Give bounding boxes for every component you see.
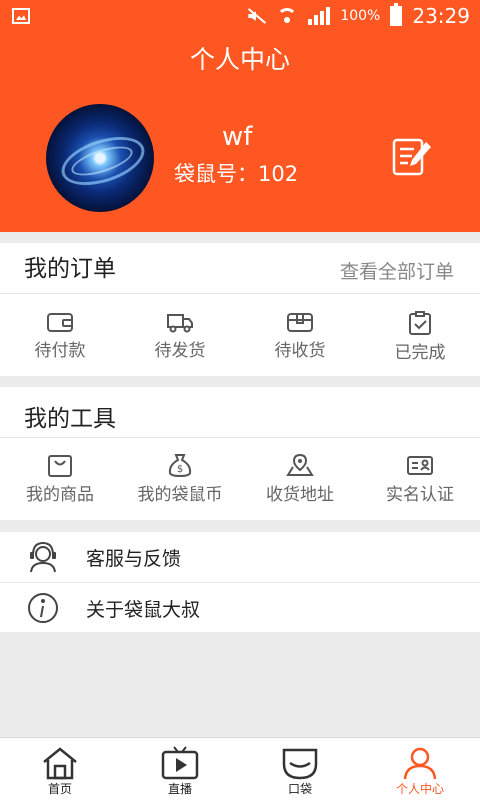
orders-card: 我的订单 查看全部订单 待付款 待发货 待收货 已完成 bbox=[0, 243, 480, 376]
clock: 23:29 bbox=[412, 4, 470, 28]
order-item-label: 已完成 bbox=[394, 343, 446, 363]
tools-title: 我的工具 bbox=[24, 406, 116, 432]
shopping-bag-icon bbox=[48, 455, 72, 477]
status-bar: 100% 23:29 bbox=[0, 0, 480, 34]
order-item-label: 待收货 bbox=[274, 341, 326, 361]
menu-about[interactable]: 关于袋鼠大叔 bbox=[0, 583, 480, 633]
tool-item-label: 收货地址 bbox=[266, 485, 334, 505]
menu-card: 客服与反馈 关于袋鼠大叔 bbox=[0, 532, 480, 632]
order-completed[interactable]: 已完成 bbox=[360, 311, 480, 363]
menu-label: 关于袋鼠大叔 bbox=[86, 599, 201, 621]
tab-label: 口袋 bbox=[287, 782, 312, 796]
tab-live[interactable]: 直播 bbox=[120, 738, 240, 801]
divider bbox=[0, 293, 480, 294]
tool-item-label: 我的商品 bbox=[26, 485, 94, 505]
tab-pocket[interactable]: 口袋 bbox=[240, 738, 360, 801]
tool-item-label: 我的袋鼠币 bbox=[137, 485, 223, 505]
truck-icon bbox=[167, 314, 193, 333]
svg-text:$: $ bbox=[177, 464, 183, 475]
clipboard-check-icon bbox=[409, 311, 431, 335]
order-item-label: 待发货 bbox=[154, 341, 206, 361]
home-icon bbox=[43, 747, 77, 780]
signal-icon bbox=[308, 7, 331, 25]
divider bbox=[0, 437, 480, 438]
profile-header: 个人中心 wf 袋鼠号：102 bbox=[0, 34, 480, 232]
page-title: 个人中心 bbox=[189, 45, 290, 74]
orders-title: 我的订单 bbox=[24, 256, 116, 282]
tv-play-icon bbox=[161, 746, 199, 780]
headset-icon bbox=[30, 541, 56, 573]
edit-profile-icon[interactable] bbox=[392, 136, 432, 178]
order-pending-shipment[interactable]: 待发货 bbox=[120, 311, 240, 363]
person-icon bbox=[403, 747, 437, 780]
bottom-tab-bar: 首页 直播 口袋 个人中心 bbox=[0, 737, 480, 801]
order-pending-receipt[interactable]: 待收货 bbox=[240, 311, 360, 363]
tab-label: 直播 bbox=[167, 782, 192, 796]
money-bag-icon: $ bbox=[168, 454, 192, 477]
tool-shipping-address[interactable]: 收货地址 bbox=[240, 453, 360, 505]
tool-item-label: 实名认证 bbox=[386, 485, 454, 505]
battery-icon bbox=[390, 3, 403, 26]
battery-percentage: 100% bbox=[340, 8, 381, 24]
tab-label: 个人中心 bbox=[395, 782, 444, 796]
user-id: 袋鼠号：102 bbox=[174, 162, 299, 186]
username: wf bbox=[222, 122, 253, 152]
order-item-label: 待付款 bbox=[34, 341, 86, 361]
tool-real-name-verification[interactable]: 实名认证 bbox=[360, 453, 480, 505]
info-icon bbox=[28, 593, 58, 623]
menu-label: 客服与反馈 bbox=[86, 548, 182, 570]
order-pending-payment[interactable]: 待付款 bbox=[0, 311, 120, 363]
wallet-icon bbox=[47, 313, 73, 332]
map-pin-icon bbox=[286, 453, 314, 476]
mute-icon bbox=[246, 7, 266, 25]
tool-my-coins[interactable]: $ 我的袋鼠币 bbox=[120, 453, 240, 505]
pocket-icon bbox=[282, 748, 318, 780]
tab-profile[interactable]: 个人中心 bbox=[360, 738, 480, 801]
package-icon bbox=[287, 313, 313, 332]
wifi-icon bbox=[276, 7, 298, 25]
image-notification-icon bbox=[12, 8, 30, 24]
tab-label: 首页 bbox=[47, 782, 72, 796]
avatar[interactable] bbox=[46, 104, 154, 212]
tab-home[interactable]: 首页 bbox=[0, 738, 120, 801]
view-all-orders-link[interactable]: 查看全部订单 bbox=[340, 257, 454, 284]
menu-customer-service[interactable]: 客服与反馈 bbox=[0, 532, 480, 582]
tool-my-products[interactable]: 我的商品 bbox=[0, 453, 120, 505]
tools-card: 我的工具 我的商品 $ 我的袋鼠币 收货地址 实名认证 bbox=[0, 387, 480, 520]
id-card-icon bbox=[407, 456, 433, 475]
